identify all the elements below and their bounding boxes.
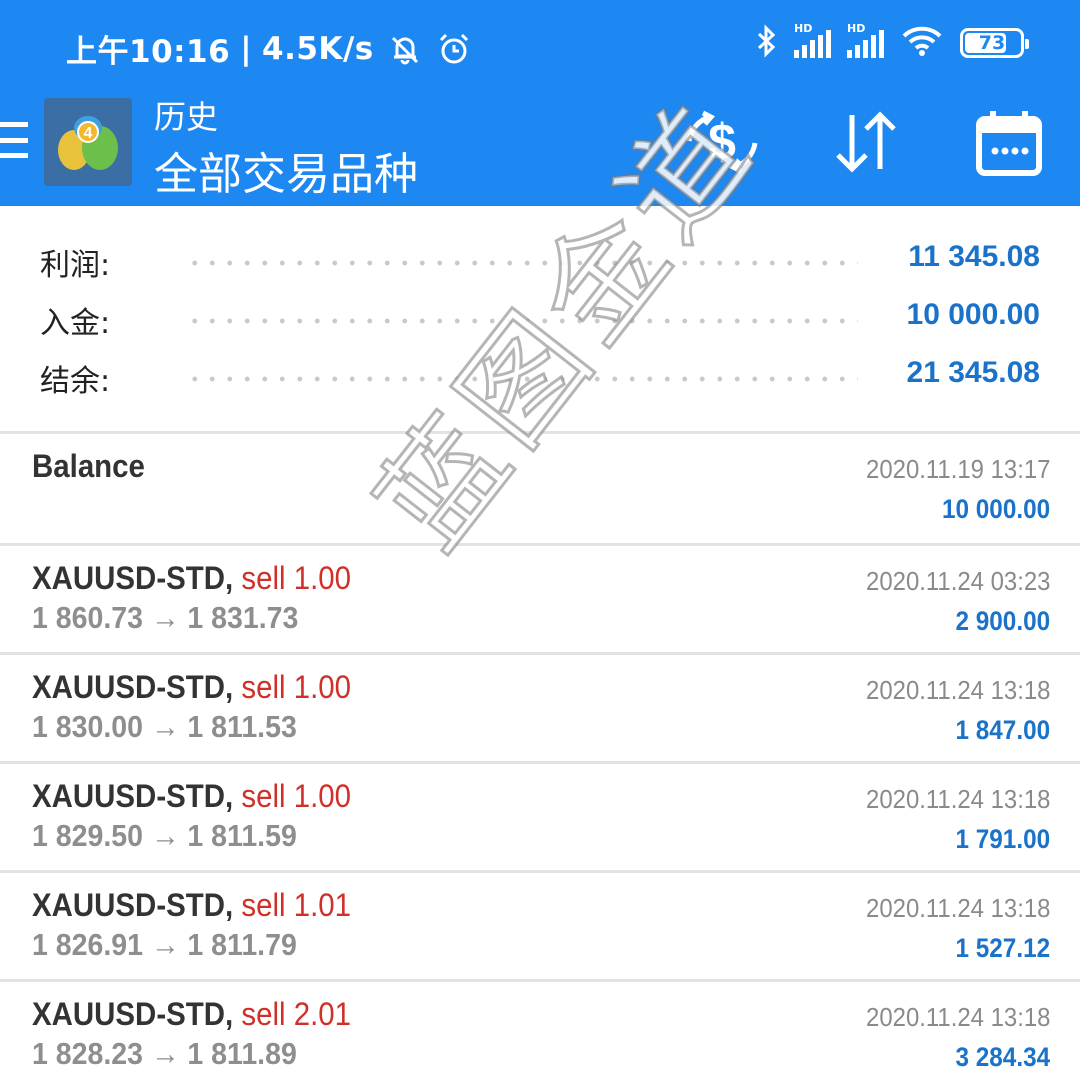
wifi-icon — [900, 24, 944, 62]
dot-leader — [186, 318, 858, 324]
dot-leader — [186, 376, 858, 382]
alarm-clock-icon — [436, 31, 472, 67]
status-right: HD HD 73 — [756, 22, 1029, 62]
deal-symbol: XAUUSD-STD, — [32, 887, 234, 923]
bell-muted-icon — [388, 32, 422, 66]
summary-row-balance: 结余: 21 345.08 — [0, 348, 1080, 406]
deal-time: 2020.11.24 13:18 — [865, 784, 1050, 814]
cell-signal-2-icon: HD — [847, 22, 884, 58]
status-bar: 上午10:16 | 4.5K/s HD HD 73 — [0, 0, 1080, 92]
deal-sell-volume: sell 2.01 — [241, 996, 352, 1032]
deal-profit: 1 791.00 — [955, 824, 1050, 854]
deal-profit: 1 527.12 — [955, 933, 1050, 963]
deal-title: Balance — [32, 448, 145, 484]
summary-row-deposit: 入金: 10 000.00 — [0, 290, 1080, 348]
deposit-label: 入金: — [40, 306, 111, 341]
deal-row[interactable]: XAUUSD-STD, sell 1.00 1 829.50 → 1 811.5… — [0, 764, 1080, 870]
balance-value: 21 345.08 — [906, 356, 1040, 389]
balance-label: 结余: — [40, 364, 111, 399]
deposit-value: 10 000.00 — [906, 298, 1040, 331]
deal-symbol: XAUUSD-STD, — [32, 669, 234, 705]
deal-profit: 3 284.34 — [955, 1042, 1050, 1072]
deal-time: 2020.11.24 13:18 — [865, 1002, 1050, 1032]
deal-time: 2020.11.24 03:23 — [865, 566, 1050, 596]
deal-symbol: XAUUSD-STD, — [32, 996, 234, 1032]
battery-level: 73 — [978, 32, 1006, 54]
deal-title: XAUUSD-STD, sell 1.00 — [32, 778, 351, 815]
deal-profit: 1 847.00 — [955, 715, 1050, 745]
deal-row[interactable]: XAUUSD-STD, sell 1.01 1 826.91 → 1 811.7… — [0, 873, 1080, 979]
summary-row-profit: 利润: 11 345.08 — [0, 232, 1080, 290]
deal-prices: 1 826.91 → 1 811.79 — [32, 927, 297, 962]
signal-1-hd-label: HD — [794, 22, 813, 35]
status-left: 上午10:16 | 4.5K/s — [66, 26, 472, 71]
deal-row[interactable]: XAUUSD-STD, sell 1.00 1 860.73 → 1 831.7… — [0, 546, 1080, 652]
deal-time: 2020.11.19 13:17 — [865, 454, 1050, 484]
menu-icon[interactable] — [0, 122, 28, 158]
svg-text:4: 4 — [84, 125, 93, 142]
deal-title: XAUUSD-STD, sell 1.00 — [32, 560, 351, 597]
deal-time: 2020.11.24 13:18 — [865, 675, 1050, 705]
signal-2-hd-label: HD — [847, 22, 866, 35]
bluetooth-icon — [756, 24, 778, 62]
app-bar: 4 历史 全部交易品种 $ — [0, 92, 1080, 206]
deal-profit: 2 900.00 — [955, 606, 1050, 636]
deal-title: XAUUSD-STD, sell 1.00 — [32, 669, 351, 706]
profit-label: 利润: — [40, 248, 111, 283]
deal-prices: 1 830.00 → 1 811.53 — [32, 709, 297, 744]
deal-sell-volume: sell 1.01 — [241, 887, 352, 923]
svg-text:$: $ — [708, 114, 736, 170]
dot-leader — [186, 260, 858, 266]
summary-panel: 利润: 11 345.08 入金: 10 000.00 结余: 21 345.0… — [0, 206, 1080, 432]
deal-prices: 1 828.23 → 1 811.89 — [32, 1036, 297, 1071]
deal-sell-volume: sell 1.00 — [241, 669, 352, 705]
deal-title: XAUUSD-STD, sell 2.01 — [32, 996, 351, 1033]
currency-exchange-icon[interactable]: $ — [682, 102, 762, 182]
sort-arrows-icon[interactable] — [828, 102, 904, 182]
deal-symbol: XAUUSD-STD, — [32, 560, 234, 596]
deal-row[interactable]: XAUUSD-STD, sell 1.00 1 830.00 → 1 811.5… — [0, 655, 1080, 761]
deal-symbol: XAUUSD-STD, — [32, 778, 234, 814]
status-time: 上午10:16 — [66, 34, 231, 70]
cell-signal-1-icon: HD — [794, 22, 831, 58]
deal-time: 2020.11.24 13:18 — [865, 893, 1050, 923]
status-separator: | — [240, 30, 253, 67]
page-title-small: 历史 — [154, 98, 219, 136]
status-net-speed: 4.5K/s — [262, 30, 374, 67]
calendar-icon[interactable] — [972, 102, 1046, 182]
battery-icon: 73 — [960, 28, 1029, 58]
deal-row-balance[interactable]: Balance 2020.11.19 13:17 10 000.00 — [0, 434, 1080, 540]
deal-prices: 1 860.73 → 1 831.73 — [32, 600, 299, 635]
deal-title: XAUUSD-STD, sell 1.01 — [32, 887, 351, 924]
page-title-symbol-filter[interactable]: 全部交易品种 — [154, 138, 418, 202]
deal-sell-volume: sell 1.00 — [241, 560, 352, 596]
deal-prices: 1 829.50 → 1 811.59 — [32, 818, 297, 853]
deal-sell-volume: sell 1.00 — [241, 778, 352, 814]
deal-profit: 10 000.00 — [941, 494, 1050, 524]
deal-row[interactable]: XAUUSD-STD, sell 2.01 1 828.23 → 1 811.8… — [0, 982, 1080, 1088]
app-logo-icon: 4 — [44, 98, 132, 186]
profit-value: 11 345.08 — [908, 240, 1040, 273]
